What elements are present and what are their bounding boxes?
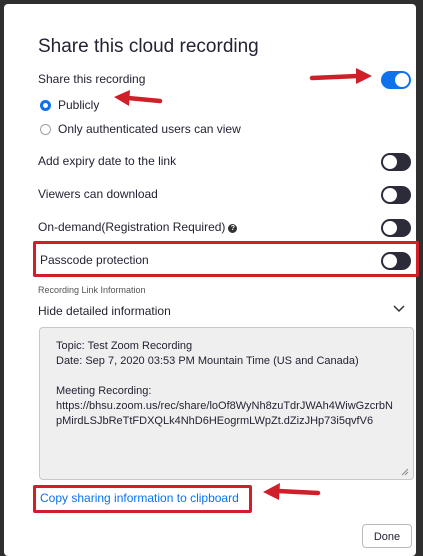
annotation-arrows bbox=[114, 68, 372, 500]
arrow-to-publicly-icon bbox=[114, 90, 163, 106]
arrow-to-share-toggle-icon bbox=[309, 68, 372, 84]
arrow-to-copy-link-icon bbox=[263, 483, 321, 500]
